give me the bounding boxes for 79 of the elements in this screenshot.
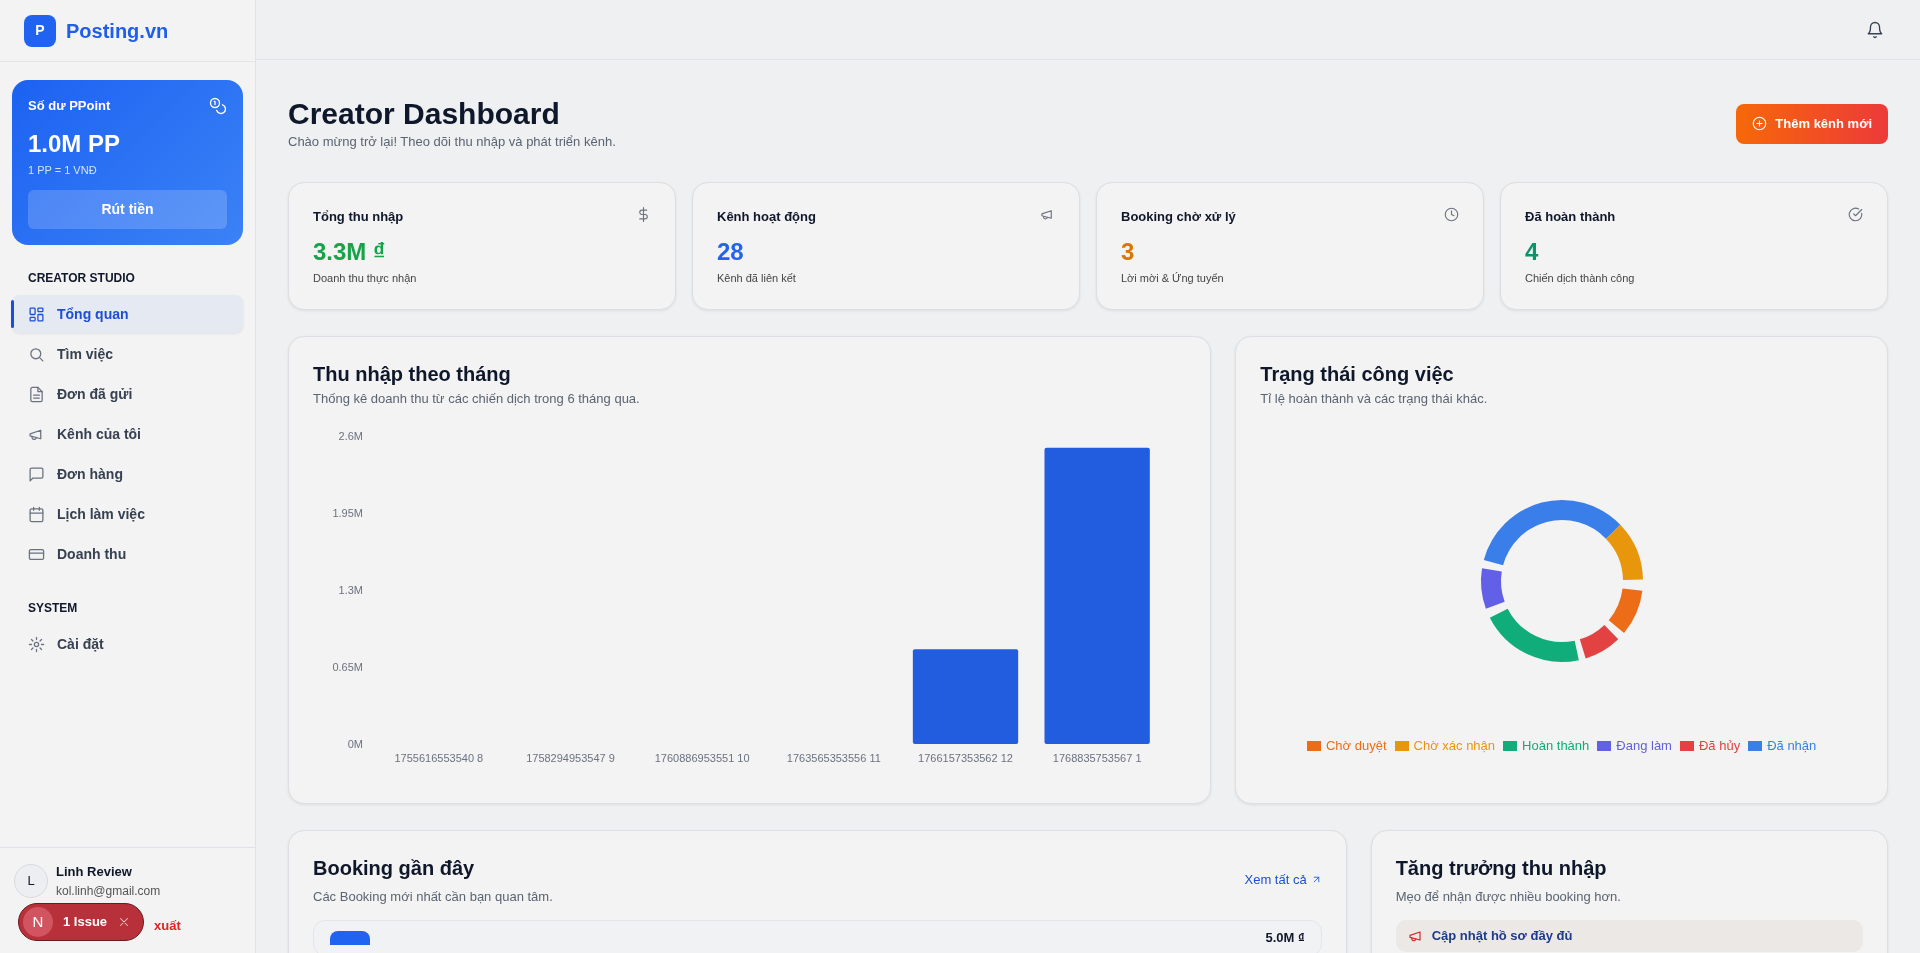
stat-value: 4 (1525, 237, 1540, 267)
stat-label: Kênh hoạt động (717, 207, 816, 226)
y-axis-label: 0M (347, 738, 363, 750)
nav-item[interactable]: Kênh của tôi (12, 415, 243, 453)
n-logo-icon: N (23, 907, 53, 937)
logout-link[interactable]: xuất (154, 915, 181, 935)
booking-row[interactable]: 5.0M ₫ (313, 920, 1322, 953)
card-title: Thu nhập theo tháng (313, 361, 512, 387)
balance-label: Số dư PPoint (28, 97, 111, 115)
nav-item[interactable]: Đơn đã gửi (12, 375, 243, 413)
nav-item[interactable]: Cài đặt (12, 625, 243, 663)
nav-item[interactable]: Doanh thu (12, 535, 243, 573)
stat-label: Đã hoàn thành (1525, 207, 1616, 226)
nav-item[interactable]: Tìm việc (12, 335, 243, 373)
grid-icon (28, 305, 45, 323)
card-title: Tăng trưởng thu nhập (1395, 855, 1608, 881)
add-channel-button[interactable]: Thêm kênh mới (1736, 104, 1888, 144)
card-title: Trạng thái công việc (1260, 361, 1455, 387)
y-axis-label: 1.3M (338, 584, 363, 596)
booking-amount: 5.0M ₫ (1265, 931, 1305, 944)
exchange-rate: 1 PP = 1 VNĐ (28, 162, 98, 178)
stat-value: 3 (1121, 237, 1136, 267)
section-heading: CREATOR STUDIO (28, 270, 136, 287)
nav-item[interactable]: Đơn hàng (12, 455, 243, 493)
legend-label: Chờ duyệt (1326, 737, 1387, 755)
section-heading: SYSTEM (28, 600, 79, 617)
card-subtitle: Tỉ lệ hoàn thành và các trạng thái khác. (1260, 389, 1489, 408)
calendar-icon (28, 505, 45, 523)
document-icon (28, 385, 45, 403)
x-axis-label: 1763565353556 11 (786, 752, 881, 764)
stat-label: Booking chờ xử lý (1121, 207, 1236, 226)
view-all-link[interactable]: Xem tất cả (1244, 869, 1322, 889)
y-axis-label: 1.95M (332, 507, 363, 519)
stat-label: Tổng thu nhập (313, 207, 404, 226)
card-title: Booking gần đây (313, 855, 476, 881)
nav-item[interactable]: Tổng quan (12, 295, 243, 333)
x-axis-label: 1766157353562 12 (918, 752, 1013, 764)
dollar-icon (636, 206, 651, 222)
settings-icon (28, 635, 45, 653)
coins-icon (209, 96, 227, 115)
plus-circle-icon (1752, 116, 1768, 132)
brand-name: Posting.vn (66, 18, 169, 44)
stat-value: 3.3M ₫ (313, 237, 387, 267)
card-subtitle: Mẹo để nhận được nhiều booking hơn. (1395, 887, 1622, 906)
stat-note: Kênh đã liên kết (717, 271, 797, 286)
search-icon (28, 345, 45, 363)
issue-count: 1 Issue (63, 913, 108, 932)
stat-note: Doanh thu thực nhận (313, 271, 418, 286)
legend-label: Hoàn thành (1522, 737, 1590, 755)
user-email: kol.linh@gmail.com (56, 882, 161, 900)
x-axis-label: 1755616553540 8 (394, 752, 484, 764)
issue-badge[interactable]: N 1 Issue (18, 903, 145, 941)
legend-label: Đang làm (1616, 737, 1672, 755)
legend-label: Đã nhận (1767, 737, 1817, 755)
chat-icon (28, 465, 45, 483)
x-axis-label: 1760886953551 10 (654, 752, 750, 764)
avatar: L (14, 863, 48, 898)
legend-label: Đã hủy (1698, 737, 1741, 755)
logo-icon: P (24, 14, 56, 47)
user-name: Linh Review (56, 863, 133, 881)
stat-value: 28 (717, 237, 745, 267)
card-subtitle: Các Booking mới nhất cần bạn quan tâm. (313, 887, 553, 906)
nav-item[interactable]: Lịch làm việc (12, 495, 243, 533)
tip-title: Cập nhật hồ sơ đầy đủ (1431, 927, 1573, 945)
legend-label: Chờ xác nhận (1413, 737, 1496, 755)
page-subtitle: Chào mừng trở lại! Theo dõi thu nhập và phát triển kênh. (288, 133, 616, 151)
y-axis-label: 2.6M (338, 430, 363, 442)
card-subtitle: Thống kê doanh thu từ các chiến dịch trong 6 tháng qua. (313, 389, 641, 408)
check-circle-icon (1848, 206, 1863, 222)
page-title: Creator Dashboard (288, 96, 561, 132)
stat-note: Chiến dịch thành công (1525, 271, 1636, 286)
x-axis-label: 1758294953547 9 (526, 752, 615, 764)
thumbnail-placeholder (330, 931, 370, 945)
x-axis-label: 1768835753567 1 (1052, 752, 1142, 764)
notification-bell-icon (1866, 20, 1884, 39)
stat-note: Lời mời & Ứng tuyển (1121, 271, 1225, 286)
clock-icon (1444, 206, 1459, 222)
balance-amount: 1.0M PP (28, 128, 122, 159)
y-axis-label: 0.65M (332, 661, 363, 673)
